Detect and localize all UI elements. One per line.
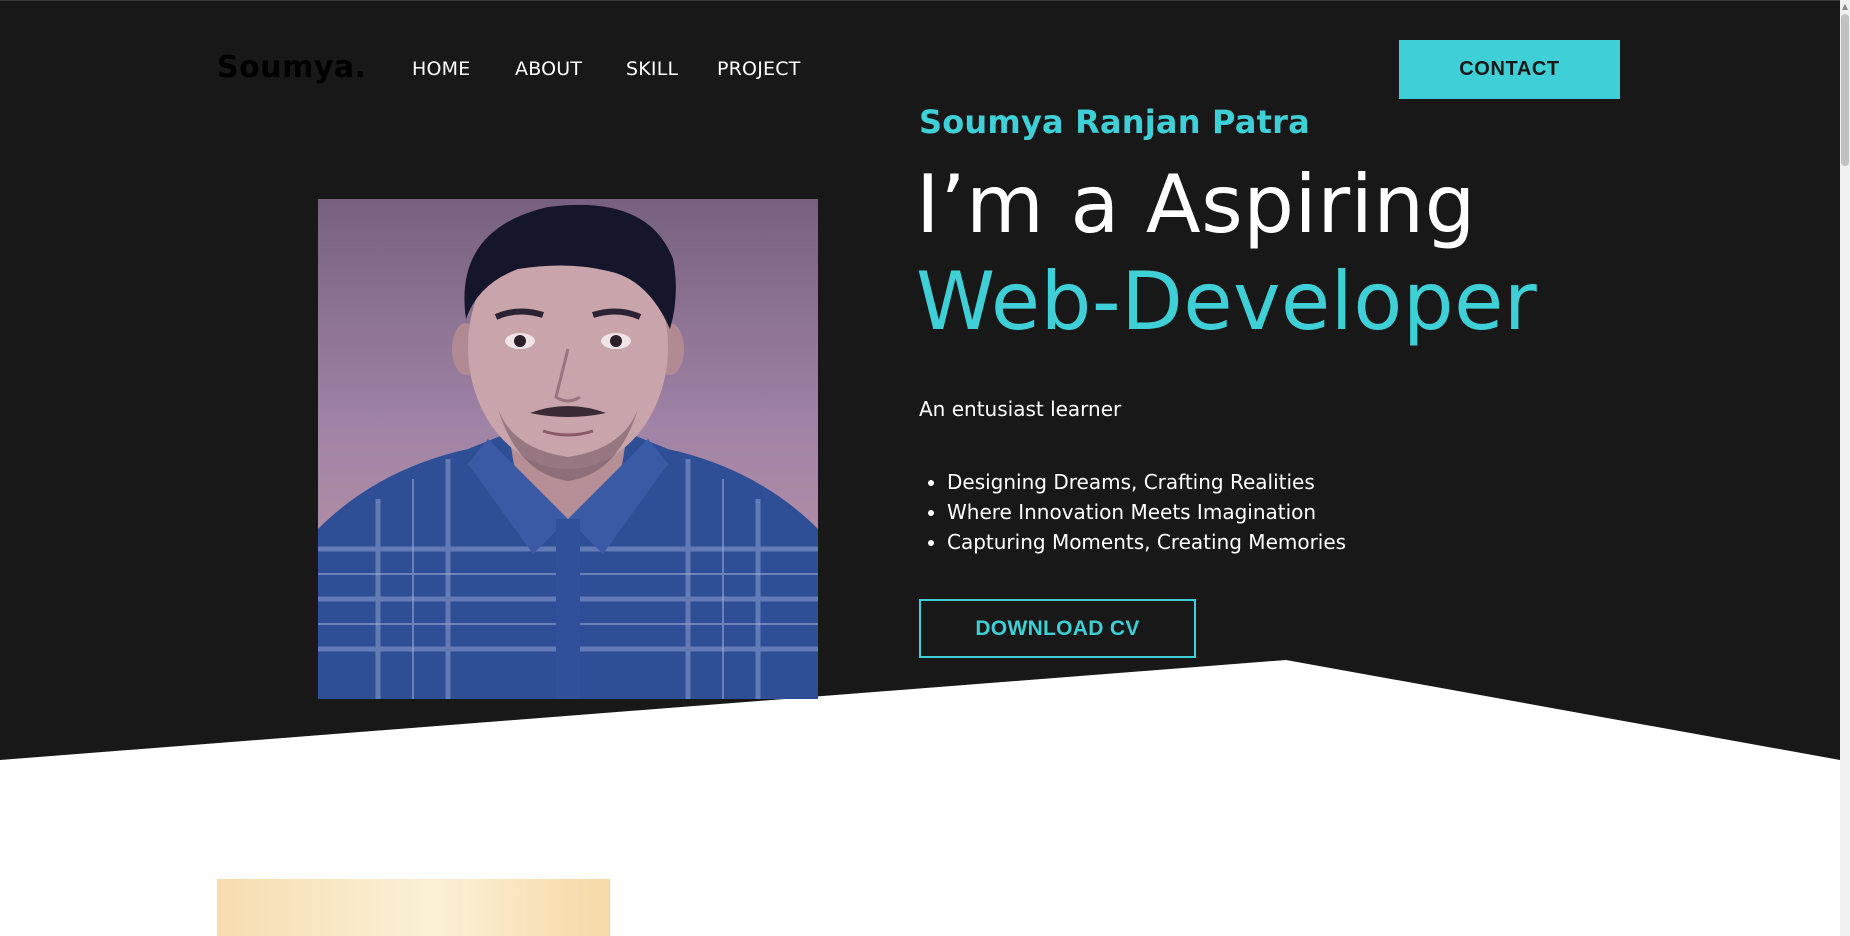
scrollbar[interactable]: ▲ (1840, 0, 1850, 936)
hero-role: Web-Developer (916, 255, 1538, 348)
download-cv-button[interactable]: DOWNLOAD CV (919, 599, 1196, 658)
nav-project-link[interactable]: PROJECT (717, 58, 801, 80)
hero-headline: I’m a Aspiring (916, 158, 1476, 251)
hero-name: Soumya Ranjan Patra (919, 103, 1310, 141)
profile-portrait-illustration (318, 204, 818, 699)
profile-photo (318, 199, 818, 699)
scroll-up-arrow-icon[interactable]: ▲ (1841, 2, 1849, 12)
about-section-image (217, 879, 610, 936)
top-border (0, 0, 1850, 1)
scrollbar-thumb[interactable] (1841, 14, 1849, 166)
list-item: Designing Dreams, Crafting Realities (947, 467, 1346, 497)
nav-home-link[interactable]: HOME (412, 58, 470, 80)
site-logo[interactable]: Soumya. (217, 50, 367, 85)
nav-skill-link[interactable]: SKILL (626, 58, 678, 80)
nav-about-link[interactable]: ABOUT (515, 58, 582, 80)
hero-tagline: An entusiast learner (919, 397, 1122, 421)
contact-button[interactable]: CONTACT (1399, 40, 1620, 99)
list-item: Where Innovation Meets Imagination (947, 497, 1346, 527)
hero-highlights-list: Designing Dreams, Crafting Realities Whe… (919, 467, 1346, 557)
list-item: Capturing Moments, Creating Memories (947, 527, 1346, 557)
